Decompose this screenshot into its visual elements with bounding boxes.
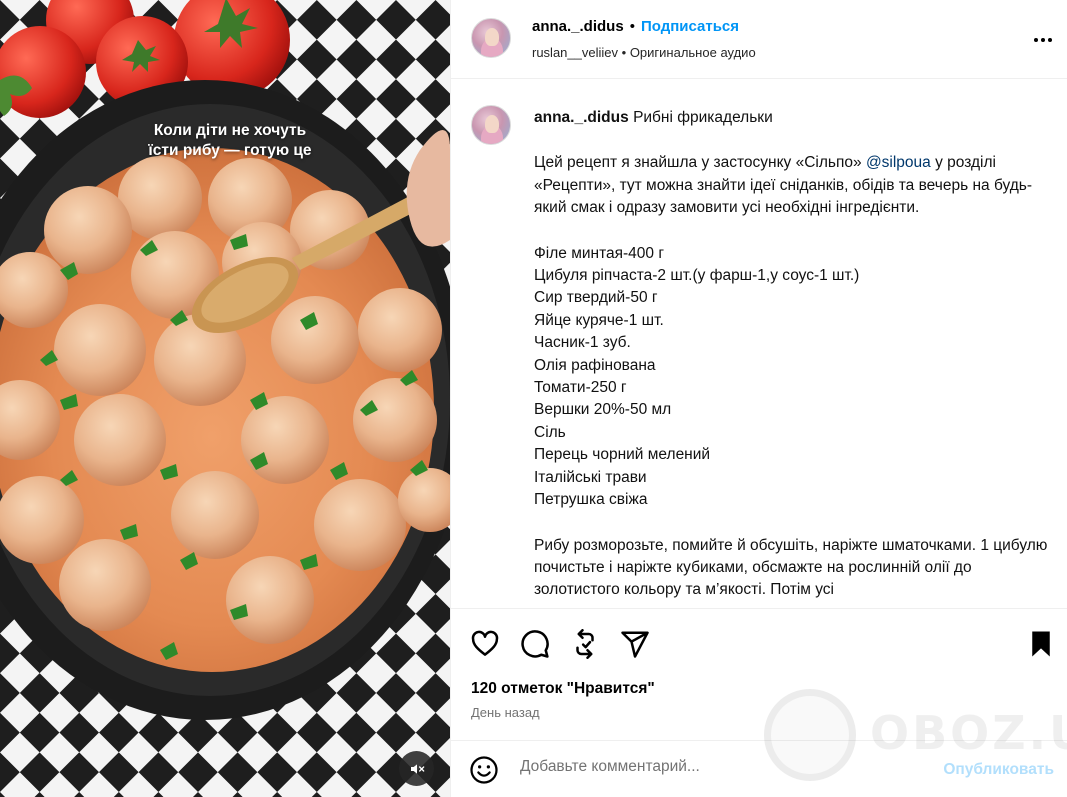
share-icon[interactable] xyxy=(620,629,650,659)
post-side-panel: anna._.didus • Подписаться ruslan__veliiev… xyxy=(450,0,1067,797)
caption-author-avatar[interactable] xyxy=(471,105,511,145)
comment-icon[interactable] xyxy=(520,629,550,659)
caption-username[interactable]: anna._.didus xyxy=(534,109,629,126)
caption-intro: Цей рецепт я знайшла у застосунку «Сільп… xyxy=(534,152,1049,219)
video-caption-overlay: Коли діти не хочуть їсти рибу — готую це xyxy=(100,121,360,161)
ingredient-item: Яйце куряче-1 шт. xyxy=(534,311,664,329)
heart-icon[interactable] xyxy=(470,629,500,659)
header-line-1: anna._.didus • Подписаться xyxy=(532,18,739,35)
repost-icon[interactable] xyxy=(570,629,600,659)
ingredient-item: Олія рафінована xyxy=(534,356,656,374)
caption-steps: Рибу розморозьте, помийте й обсушіть, на… xyxy=(534,536,1048,599)
ingredient-item: Петрушка свіжа xyxy=(534,491,648,509)
post-date[interactable]: День назад xyxy=(471,705,540,720)
ingredient-item: Цибуля ріпчаста-2 шт.(у фарш-1,у соус-1 … xyxy=(534,267,860,285)
intro-text-start: Цей рецепт я знайшла у застосунку «Сільп… xyxy=(534,154,866,172)
mute-toggle-button[interactable] xyxy=(399,751,434,786)
ingredient-item: Вершки 20%-50 мл xyxy=(534,401,672,419)
post-caption: anna._.didus Рибні фрикадельки Цей рецеп… xyxy=(534,107,1049,602)
ingredient-item: Перець чорний мелений xyxy=(534,446,711,464)
caption-title: Рибні фрикадельки xyxy=(633,109,773,126)
add-comment-bar: Опубликовать xyxy=(451,740,1067,797)
ingredient-item: Томати-250 г xyxy=(534,379,627,397)
author-avatar[interactable] xyxy=(471,18,511,58)
likes-count[interactable]: 120 отметок "Нравится" xyxy=(471,680,655,698)
emoji-icon[interactable] xyxy=(469,755,499,785)
ingredient-item: Часник-1 зуб. xyxy=(534,334,631,352)
header-separator: • xyxy=(629,18,635,35)
more-icon xyxy=(1034,38,1052,42)
audio-separator: • xyxy=(621,45,627,60)
post-caption-area[interactable]: anna._.didus Рибні фрикадельки Цей рецеп… xyxy=(451,80,1067,608)
audio-info: ruslan__veliiev • Оригинальное аудио xyxy=(532,45,756,60)
ingredient-item: Сіль xyxy=(534,423,566,441)
ingredient-item: Сир твердий-50 г xyxy=(534,289,658,307)
follow-button[interactable]: Подписаться xyxy=(641,18,739,35)
comment-input[interactable] xyxy=(520,758,920,776)
post-header: anna._.didus • Подписаться ruslan__veliiev… xyxy=(451,0,1067,79)
author-username[interactable]: anna._.didus xyxy=(532,18,624,35)
more-options-button[interactable] xyxy=(1031,28,1055,52)
overlay-line-1: Коли діти не хочуть xyxy=(153,122,307,139)
meatballs-pan-image xyxy=(0,0,450,797)
overlay-line-2: їсти рибу — готую це xyxy=(148,142,312,159)
audio-label[interactable]: Оригинальное аудио xyxy=(630,45,756,60)
publish-comment-button[interactable]: Опубликовать xyxy=(943,761,1054,779)
post-media-video[interactable]: Коли діти не хочуть їсти рибу — готую це xyxy=(0,0,450,797)
post-actions-bar: 120 отметок "Нравится" День назад xyxy=(451,608,1067,738)
ingredient-item: Філе минтая-400 г xyxy=(534,244,664,262)
ingredient-item: Італійські трави xyxy=(534,468,647,486)
audio-author[interactable]: ruslan__veliiev xyxy=(532,45,618,60)
mention-link[interactable]: @silpoua xyxy=(866,154,931,171)
muted-speaker-icon xyxy=(410,763,424,774)
ingredients-list: Філе минтая-400 г Цибуля ріпчаста-2 шт.(у… xyxy=(534,243,1049,512)
bookmark-icon[interactable] xyxy=(1026,629,1056,659)
